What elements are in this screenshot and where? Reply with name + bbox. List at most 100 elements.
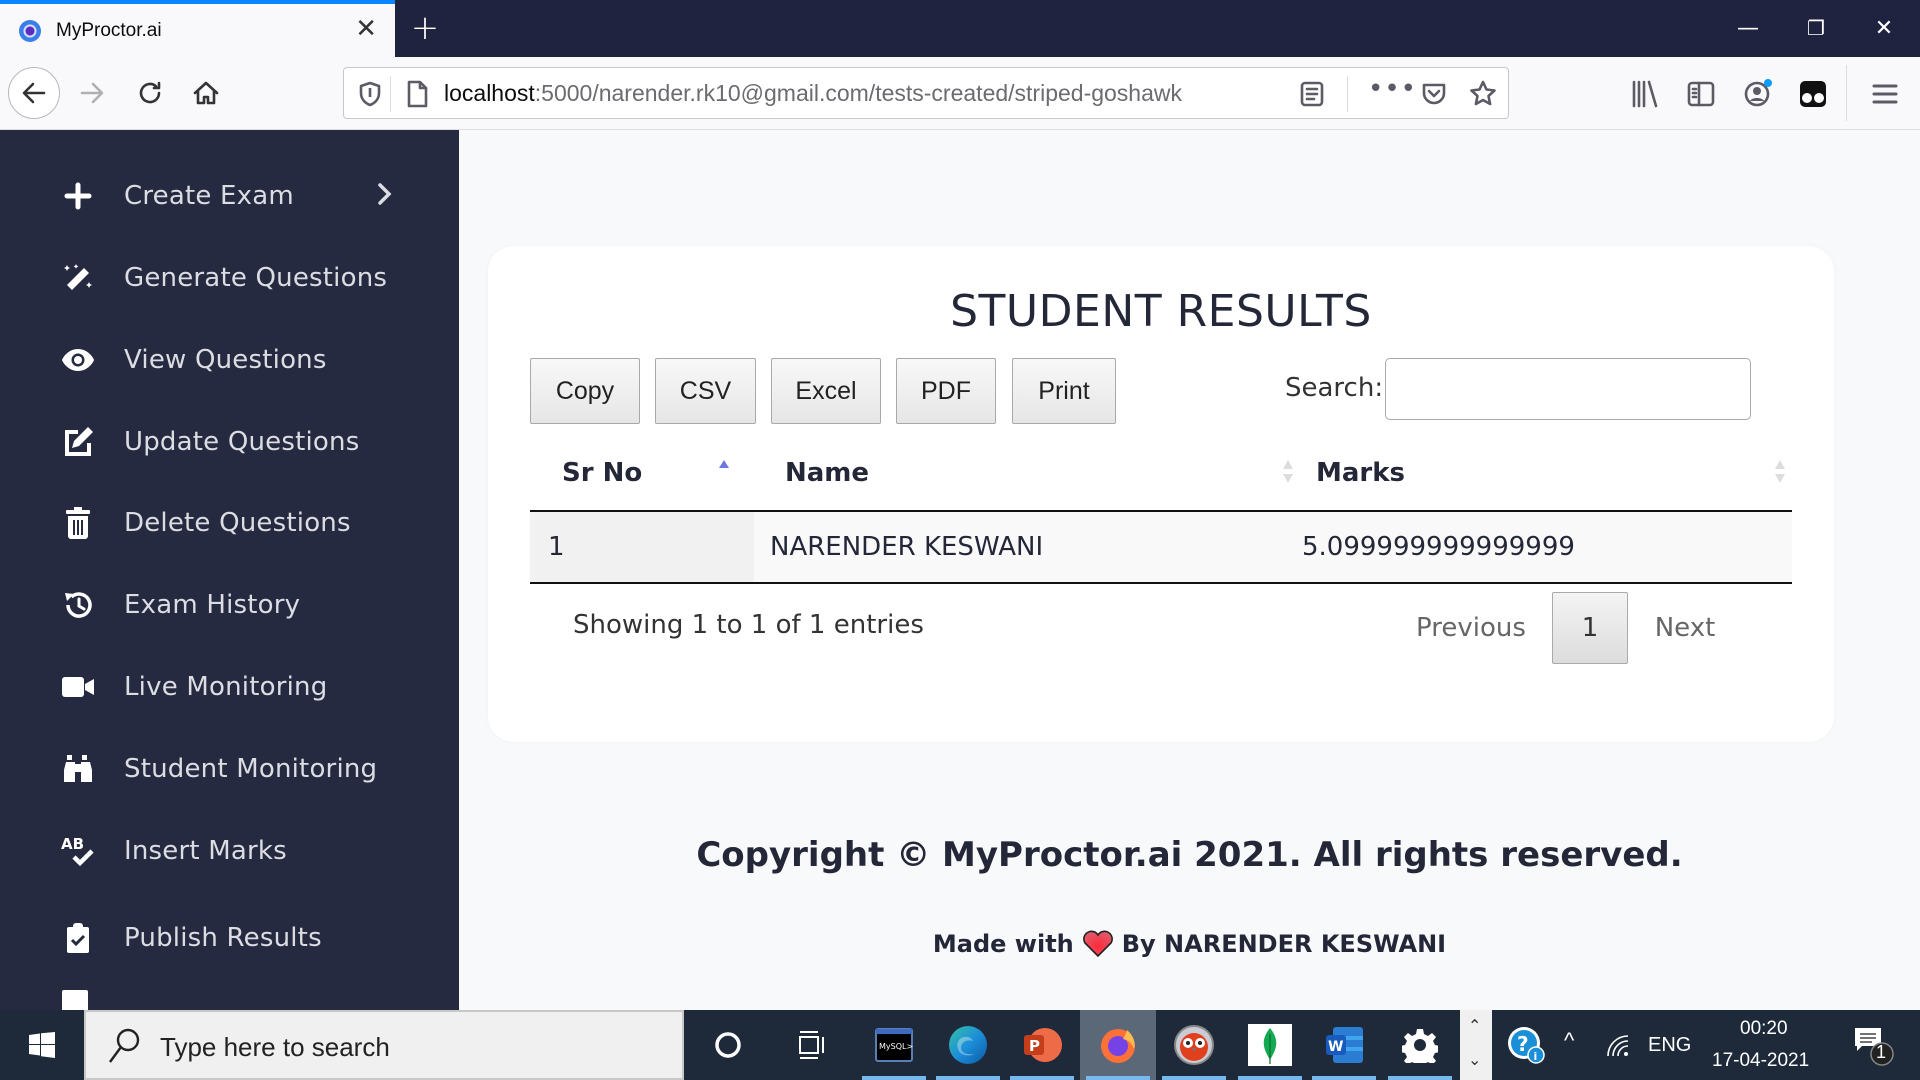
taskbar-app-mongodb[interactable] — [1232, 1010, 1308, 1080]
column-header-sr-no[interactable]: Sr No — [562, 458, 642, 488]
hamburger-menu-icon[interactable] — [1870, 79, 1900, 109]
extension-icon[interactable] — [1798, 79, 1828, 109]
library-icon[interactable] — [1630, 79, 1660, 109]
settings-gear-icon — [1402, 1029, 1438, 1063]
chevron-down-icon[interactable]: ⌄ — [1468, 1050, 1481, 1069]
taskbar-search-box[interactable]: Type here to search — [84, 1010, 684, 1080]
column-header-name[interactable]: Name — [785, 458, 869, 488]
url-divider-2 — [1347, 76, 1348, 112]
help-icon[interactable]: ?i — [1506, 1025, 1546, 1065]
sidebar-item-label: Publish Results — [124, 923, 322, 953]
search-input[interactable] — [1385, 358, 1751, 420]
reader-view-icon[interactable] — [1299, 80, 1325, 108]
sidebar-item-label: Exam History — [124, 590, 301, 620]
taskbar-app-settings[interactable] — [1382, 1010, 1458, 1080]
account-icon[interactable] — [1742, 77, 1774, 109]
taskbar-app-powerpoint[interactable]: P — [1004, 1010, 1080, 1080]
spell-check-icon: AB — [60, 833, 96, 869]
video-camera-icon — [60, 669, 96, 705]
sidebar-item-live-monitoring[interactable]: Live Monitoring — [0, 652, 459, 722]
chevron-up-icon[interactable]: ⌃ — [1468, 1016, 1481, 1035]
plus-icon — [60, 178, 96, 214]
column-header-marks[interactable]: Marks — [1316, 458, 1405, 488]
forward-button[interactable] — [66, 67, 118, 119]
pdf-button[interactable]: PDF — [896, 358, 996, 424]
toolbar-divider — [1846, 65, 1847, 121]
svg-text:i: i — [1534, 1050, 1538, 1063]
taskbar-app-mysql[interactable]: MySQL> — [856, 1010, 932, 1080]
sidebar-item-generate-questions[interactable]: Generate Questions — [0, 243, 459, 313]
pagination-next[interactable]: Next — [1640, 592, 1730, 664]
sidebar-item-update-questions[interactable]: Update Questions — [0, 407, 459, 477]
chevron-right-icon — [376, 182, 394, 210]
start-button[interactable] — [0, 1010, 84, 1080]
minimize-button[interactable]: — — [1714, 0, 1782, 57]
home-icon — [193, 81, 219, 105]
running-indicator — [1010, 1076, 1074, 1080]
taskbar-app-firefox[interactable] — [1080, 1010, 1156, 1080]
taskbar-app-edge[interactable] — [930, 1010, 1006, 1080]
pagination-page-current[interactable]: 1 — [1552, 592, 1628, 664]
tracking-protection-shield-icon[interactable] — [358, 81, 382, 107]
mongodb-leaf-icon — [1248, 1024, 1292, 1066]
sidebar-item-create-exam[interactable]: Create Exam — [0, 161, 459, 231]
cortana-button[interactable] — [690, 1010, 766, 1080]
sidebar-item-student-monitoring[interactable]: Student Monitoring — [0, 734, 459, 804]
notification-center-icon[interactable] — [1852, 1024, 1896, 1068]
browser-tab-active[interactable]: MyProctor.ai ✕ — [0, 0, 395, 57]
running-indicator — [1086, 1076, 1150, 1080]
copy-button[interactable]: Copy — [530, 358, 640, 424]
sort-both-icon[interactable] — [1282, 456, 1294, 486]
taskbar-app-owl[interactable] — [1156, 1010, 1232, 1080]
csv-button[interactable]: CSV — [655, 358, 756, 424]
sidebar: Create Exam Generate Questions View Ques… — [0, 130, 459, 1010]
restore-button[interactable]: ❐ — [1782, 0, 1850, 57]
sidebar-item-exam-history[interactable]: Exam History — [0, 570, 459, 640]
tab-title: MyProctor.ai — [56, 19, 162, 41]
windows-logo-icon — [29, 1032, 55, 1058]
print-button[interactable]: Print — [1012, 358, 1116, 424]
table-row[interactable]: 1 NARENDER KESWANI 5.099999999999999 — [530, 512, 1792, 584]
edge-icon — [949, 1026, 987, 1064]
wifi-icon[interactable] — [1604, 1032, 1632, 1058]
pagination-previous[interactable]: Previous — [1406, 592, 1536, 664]
sidebar-item-publish-results[interactable]: Publish Results — [0, 903, 459, 973]
task-view-icon — [799, 1031, 824, 1059]
svg-text:W: W — [1328, 1039, 1343, 1055]
task-view-button[interactable] — [774, 1010, 850, 1080]
excel-button[interactable]: Excel — [771, 358, 881, 424]
back-button[interactable] — [8, 67, 60, 119]
sidebar-item-insert-marks[interactable]: AB Insert Marks — [0, 816, 459, 886]
sidebar-item-label: Delete Questions — [124, 508, 351, 538]
url-bar[interactable]: localhost:5000/narender.rk10@gmail.com/t… — [343, 67, 1509, 119]
close-window-button[interactable]: ✕ — [1850, 0, 1918, 57]
page-actions-menu-icon[interactable]: ••• — [1368, 74, 1417, 104]
made-with-suffix: By NARENDER KESWANI — [1121, 930, 1447, 958]
new-tab-button[interactable]: + — [405, 6, 445, 50]
firefox-icon — [1101, 1029, 1135, 1063]
url-text[interactable]: localhost:5000/narender.rk10@gmail.com/t… — [444, 80, 1182, 107]
magic-wand-icon — [60, 260, 96, 296]
close-tab-icon[interactable]: ✕ — [355, 14, 377, 44]
clock-time[interactable]: 00:20 — [1740, 1018, 1788, 1040]
sidebar-item-delete-questions[interactable]: Delete Questions — [0, 488, 459, 558]
taskbar-scroll-buttons[interactable]: ⌃ ⌄ — [1460, 1010, 1492, 1080]
bookmark-star-icon[interactable] — [1468, 79, 1498, 109]
taskbar-search-placeholder: Type here to search — [160, 1032, 390, 1062]
sort-both-icon[interactable] — [1774, 456, 1786, 486]
page-info-icon[interactable] — [404, 80, 430, 108]
sidebar-item-label: Insert Marks — [124, 836, 287, 866]
home-button[interactable] — [180, 67, 232, 119]
running-indicator — [862, 1076, 926, 1080]
eye-icon — [60, 342, 96, 378]
sidebar-toggle-icon[interactable] — [1686, 79, 1716, 109]
taskbar-app-word[interactable]: W — [1306, 1010, 1382, 1080]
sort-ascending-icon[interactable] — [718, 456, 730, 486]
reload-button[interactable] — [124, 67, 176, 119]
show-hidden-icons-chevron[interactable]: ^ — [1564, 1028, 1574, 1054]
pocket-icon[interactable] — [1420, 80, 1448, 108]
language-indicator[interactable]: ENG — [1648, 1034, 1691, 1057]
sidebar-item-view-questions[interactable]: View Questions — [0, 325, 459, 395]
clock-date[interactable]: 17-04-2021 — [1712, 1050, 1809, 1072]
search-icon — [109, 1028, 140, 1063]
